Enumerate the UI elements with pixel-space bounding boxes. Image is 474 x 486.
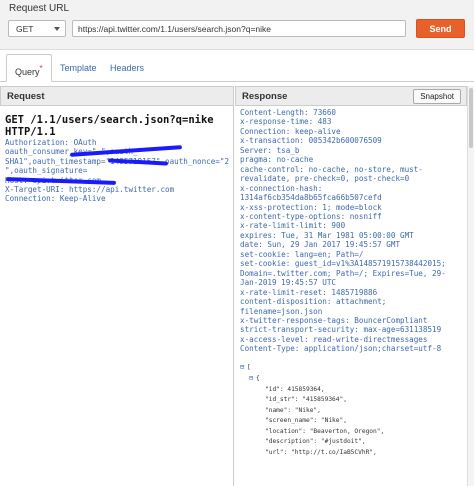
json-line: "description": "#justdoit", <box>240 437 462 448</box>
response-header-line: Connection: keep-alive <box>240 126 341 136</box>
json-line: "name": "Nike", <box>240 406 462 417</box>
tab-template-label: Template <box>60 63 97 73</box>
response-header-line: x-access-level: read-write-directmessage… <box>240 334 428 344</box>
json-text: "url": "http://t.co/IaB5CVhR", <box>265 448 377 456</box>
response-header-line: x-rate-limit-reset: 1485719886 <box>240 287 378 297</box>
json-line: "screen_name": "Nike", <box>240 416 462 427</box>
send-button[interactable]: Send <box>416 19 465 38</box>
tab-headers-label: Headers <box>110 63 145 73</box>
request-pane-title: Request <box>7 91 45 102</box>
json-text: "name": "Nike", <box>265 406 321 414</box>
response-header-line: cache-control: no-cache, no-store, must- <box>240 164 423 174</box>
response-header-line: strict-transport-security: max-age=63113… <box>240 325 442 335</box>
request-headers: Authorization: OAuth oauth_consumer_key="… <box>5 138 229 204</box>
request-pane-header: Request <box>0 86 234 106</box>
response-pane-title: Response <box>242 91 288 102</box>
json-line: "url": "http://t.co/IaB5CVhR", <box>240 448 462 459</box>
response-header-line: content-disposition: attachment; <box>240 297 387 307</box>
url-input[interactable] <box>72 20 406 37</box>
response-header-line: x-xss-protection: 1; mode=block <box>240 202 382 212</box>
request-tabs: Query* Template Headers <box>0 50 474 82</box>
collapse-toggle-icon[interactable]: ⊟ <box>249 373 256 384</box>
json-line: "location": "Beaverton, Oregon", <box>240 427 462 438</box>
response-header-line: x-content-type-options: nosniff <box>240 211 382 221</box>
snapshot-button[interactable]: Snapshot <box>413 89 461 104</box>
json-text: "location": "Beaverton, Oregon", <box>265 427 385 435</box>
request-url-bar: Request URL GET Send <box>0 0 474 50</box>
json-text: "id_str": "415859364", <box>265 396 347 404</box>
scrollbar-thumb[interactable] <box>469 88 473 148</box>
json-text: { <box>256 375 260 383</box>
json-text: "description": "#justdoit", <box>265 438 366 446</box>
response-header-line: Jan-2019 19:45:57 UTC <box>240 278 337 288</box>
request-header-line: X-Target-URI: https://api.twitter.com <box>5 185 175 195</box>
response-header-line: Domain=.twitter.com; Path=/; Expires=Tue… <box>240 268 446 278</box>
request-protocol: HTTP/1.1 <box>5 126 56 138</box>
json-text: "id": 415859364, <box>265 385 325 393</box>
response-header-line: x-response-time: 483 <box>240 117 332 127</box>
response-header-line: date: Sun, 29 Jan 2017 19:45:57 GMT <box>240 240 401 250</box>
json-line: "id_str": "415859364", <box>240 395 462 406</box>
modified-marker: * <box>39 64 43 73</box>
request-header-line: Authorization: OAuth <box>5 138 97 147</box>
json-text: [ <box>247 363 251 371</box>
request-header-line: Connection: Keep-Alive <box>5 194 106 204</box>
response-header-line: pragma: no-cache <box>240 155 314 165</box>
response-header-line: revalidate, pre-check=0, post-check=0 <box>240 174 410 184</box>
response-header-line: expires: Tue, 31 Mar 1981 05:00:00 GMT <box>240 230 414 240</box>
tab-query-label: Query <box>15 67 40 77</box>
response-header-line: set-cookie: lang=en; Path=/ <box>240 249 364 259</box>
tab-template[interactable]: Template <box>52 54 105 82</box>
response-header-line: x-rate-limit-limit: 900 <box>240 221 346 231</box>
response-headers: Content-Length: 73660 x-response-time: 48… <box>240 108 462 354</box>
collapse-toggle-icon[interactable]: ⊟ <box>240 362 247 373</box>
tab-query[interactable]: Query* <box>6 54 52 82</box>
response-header-line: 1314af6cb354da8b65fca66b507cefd <box>240 193 382 203</box>
chevron-down-icon <box>54 27 60 31</box>
response-header-line: x-twitter-response-tags: BouncerComplian… <box>240 315 428 325</box>
response-header-line: set-cookie: guest_id=v1%3A14857191573844… <box>240 259 446 269</box>
request-url-label: Request URL <box>9 3 70 14</box>
json-line: ⊟[ <box>240 362 462 374</box>
response-header-line: Content-Type: application/json;charset=u… <box>240 344 442 354</box>
method-value: GET <box>16 24 34 34</box>
response-json: ⊟[⊟{"id": 415859364, "id_str": "415859364… <box>240 362 462 459</box>
response-header-line: Content-Length: 73660 <box>240 108 337 117</box>
response-header-line: filename=json.json <box>240 306 323 316</box>
response-header-line: x-transaction: 005342b600076509 <box>240 136 382 146</box>
response-header-line: x-connection-hash: <box>240 183 323 193</box>
json-line: "id": 415859364, <box>240 385 462 396</box>
response-body[interactable]: Content-Length: 73660 x-response-time: 48… <box>235 106 467 486</box>
json-text: "screen_name": "Nike", <box>265 417 347 425</box>
tab-headers[interactable]: Headers <box>102 54 152 82</box>
response-pane-header: Response Snapshot <box>235 86 467 106</box>
request-body[interactable]: GET /1.1/users/search.json?q=nike HTTP/1… <box>0 106 234 486</box>
response-header-line: Server: tsa_b <box>240 145 300 155</box>
json-line: ⊟{ <box>240 373 462 385</box>
request-header-line: ",oauth_signature= <box>5 166 88 176</box>
scrollbar[interactable] <box>467 86 474 486</box>
request-line: GET /1.1/users/search.json?q=nike <box>5 114 214 126</box>
method-select[interactable]: GET <box>8 20 66 37</box>
